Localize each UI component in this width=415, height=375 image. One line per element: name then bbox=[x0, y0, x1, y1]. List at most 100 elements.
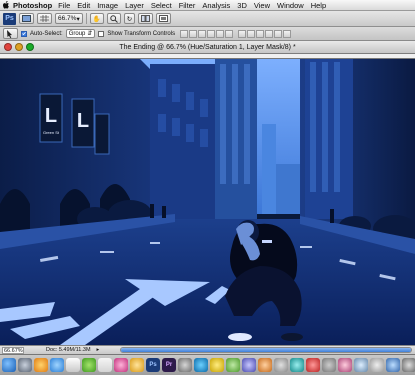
app-icon-22[interactable] bbox=[338, 358, 352, 372]
app-menu[interactable]: Photoshop bbox=[13, 1, 52, 10]
menu-analysis[interactable]: Analysis bbox=[202, 1, 230, 10]
hand-tool-button[interactable]: ✋ bbox=[89, 13, 104, 24]
menu-bar: Photoshop File Edit Image Layer Select F… bbox=[0, 0, 415, 11]
photoshop-logo: Ps bbox=[3, 12, 16, 25]
magnifier-icon bbox=[110, 14, 118, 23]
rotate-view-button[interactable]: ↻ bbox=[123, 13, 136, 24]
align-vcenter-button[interactable] bbox=[189, 29, 198, 38]
status-menu-arrow-icon[interactable]: ▸ bbox=[97, 347, 100, 353]
safari-icon[interactable] bbox=[50, 358, 64, 372]
move-tool-icon bbox=[7, 29, 12, 38]
menu-3d[interactable]: 3D bbox=[237, 1, 247, 10]
scrollbar-thumb[interactable] bbox=[121, 348, 411, 352]
zoom-window-button[interactable] bbox=[26, 43, 34, 51]
grid-icon bbox=[40, 15, 49, 22]
mail-icon[interactable] bbox=[66, 358, 80, 372]
skype-icon[interactable] bbox=[194, 358, 208, 372]
application-bar: Ps 66.7% ▾ ✋ ↻ bbox=[0, 11, 415, 27]
minimize-window-button[interactable] bbox=[15, 43, 23, 51]
document-size-info[interactable]: Doc: 5.49M/11.3M bbox=[46, 347, 91, 353]
close-window-button[interactable] bbox=[4, 43, 12, 51]
document-title: The Ending @ 66.7% (Hue/Saturation 1, La… bbox=[119, 43, 296, 51]
itunes-icon[interactable] bbox=[114, 358, 128, 372]
finder-icon[interactable] bbox=[2, 358, 16, 372]
menu-filter[interactable]: Filter bbox=[179, 1, 196, 10]
app-icon-24[interactable] bbox=[370, 358, 384, 372]
trash-icon[interactable] bbox=[402, 358, 415, 372]
arrange-documents-button[interactable] bbox=[138, 13, 154, 24]
horizontal-ruler bbox=[0, 54, 415, 59]
banner-caption: Green St bbox=[43, 130, 60, 135]
distribute-left-button[interactable] bbox=[265, 29, 274, 38]
menu-image[interactable]: Image bbox=[97, 1, 118, 10]
show-transform-label: Show Transform Controls bbox=[107, 30, 176, 37]
distribute-hcenter-button[interactable] bbox=[274, 29, 283, 38]
horizontal-scrollbar[interactable] bbox=[120, 347, 412, 353]
distribute-top-button[interactable] bbox=[238, 29, 247, 38]
chevron-updown-icon: ⇵ bbox=[87, 31, 93, 37]
app-icon-16[interactable] bbox=[242, 358, 256, 372]
align-left-button[interactable] bbox=[207, 29, 216, 38]
status-zoom-field[interactable]: 66.67% bbox=[2, 346, 24, 354]
facetime-icon[interactable] bbox=[226, 358, 240, 372]
view-extras-button[interactable] bbox=[37, 13, 52, 24]
menu-layer[interactable]: Layer bbox=[125, 1, 144, 10]
zoom-level-select[interactable]: 66.7% ▾ bbox=[55, 13, 83, 24]
chevron-down-icon: ▾ bbox=[76, 15, 80, 23]
app-icon-18[interactable] bbox=[274, 358, 288, 372]
calendar-icon[interactable] bbox=[98, 358, 112, 372]
options-bar: Auto-Select: Group ⇵ Show Transform Cont… bbox=[0, 27, 415, 41]
align-buttons bbox=[180, 29, 234, 38]
app-icon-17[interactable] bbox=[258, 358, 272, 372]
messages-icon[interactable] bbox=[82, 358, 96, 372]
zoom-tool-button[interactable] bbox=[106, 13, 121, 24]
document-title-bar[interactable]: The Ending @ 66.7% (Hue/Saturation 1, La… bbox=[0, 41, 415, 54]
checkmark-icon bbox=[22, 32, 26, 36]
status-bar: 66.67% Doc: 5.49M/11.3M ▸ bbox=[0, 345, 415, 354]
align-hcenter-button[interactable] bbox=[216, 29, 225, 38]
auto-select-checkbox[interactable] bbox=[21, 30, 27, 37]
menu-edit[interactable]: Edit bbox=[77, 1, 90, 10]
firefox-icon[interactable] bbox=[34, 358, 48, 372]
app-icon-25[interactable] bbox=[386, 358, 400, 372]
distribute-bottom-button[interactable] bbox=[256, 29, 265, 38]
apple-icon[interactable] bbox=[3, 1, 10, 9]
menu-help[interactable]: Help bbox=[311, 1, 326, 10]
document-canvas[interactable]: L L Green St bbox=[0, 54, 415, 345]
app-icon-19[interactable] bbox=[290, 358, 304, 372]
photoshop-dock-icon[interactable]: Ps bbox=[146, 358, 160, 372]
zoom-level-value: 66.7% bbox=[58, 15, 77, 22]
auto-select-target-value: Group bbox=[68, 30, 86, 37]
separator bbox=[85, 13, 87, 24]
align-right-button[interactable] bbox=[225, 29, 234, 38]
distribute-vcenter-button[interactable] bbox=[247, 29, 256, 38]
arrange-icon bbox=[141, 15, 151, 22]
app-icon-20[interactable] bbox=[306, 358, 320, 372]
notes-icon[interactable] bbox=[210, 358, 224, 372]
align-bottom-button[interactable] bbox=[198, 29, 207, 38]
bridge-icon bbox=[22, 15, 31, 22]
align-top-button[interactable] bbox=[180, 29, 189, 38]
auto-select-target-dropdown[interactable]: Group ⇵ bbox=[65, 29, 96, 38]
auto-select-label: Auto-Select: bbox=[30, 30, 63, 37]
premiere-icon[interactable]: Pr bbox=[162, 358, 176, 372]
system-preferences-icon[interactable] bbox=[178, 358, 192, 372]
screen-mode-icon bbox=[159, 15, 169, 22]
app-icon-21[interactable] bbox=[322, 358, 336, 372]
iphoto-icon[interactable] bbox=[130, 358, 144, 372]
distribute-right-button[interactable] bbox=[283, 29, 292, 38]
menu-select[interactable]: Select bbox=[151, 1, 172, 10]
menu-window[interactable]: Window bbox=[277, 1, 304, 10]
launch-bridge-button[interactable] bbox=[19, 13, 34, 24]
dock: Ps Pr bbox=[0, 354, 415, 375]
app-icon-23[interactable] bbox=[354, 358, 368, 372]
show-transform-checkbox[interactable] bbox=[98, 30, 105, 37]
move-tool-preset-button[interactable] bbox=[3, 28, 18, 39]
menu-view[interactable]: View bbox=[254, 1, 270, 10]
menu-file[interactable]: File bbox=[58, 1, 70, 10]
hand-icon: ✋ bbox=[92, 15, 101, 23]
dashboard-icon[interactable] bbox=[18, 358, 32, 372]
street-photo: L L Green St bbox=[0, 54, 415, 345]
screen-mode-button[interactable] bbox=[156, 13, 172, 24]
distribute-buttons bbox=[238, 29, 292, 38]
